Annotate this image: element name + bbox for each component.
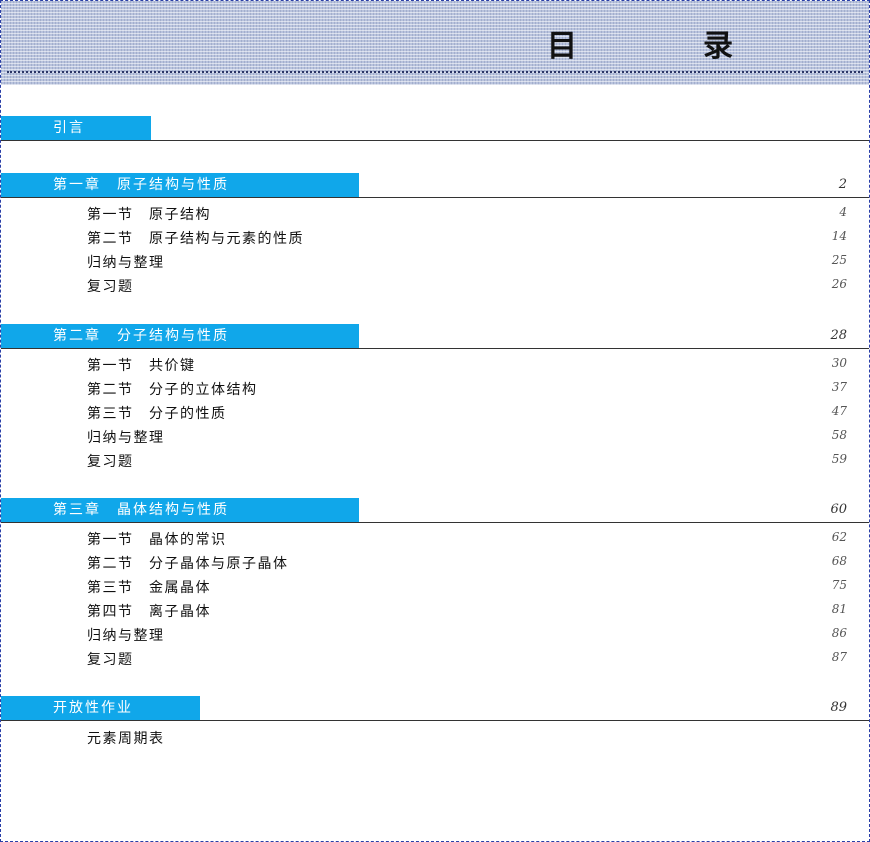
toc-entry-label: 第四节 离子晶体 [87, 604, 211, 620]
toc-entry-page: 87 [831, 650, 847, 664]
toc-entry[interactable]: 第二节 分子晶体与原子晶体 68 [1, 550, 869, 574]
toc-entry-page: 4 [839, 205, 847, 219]
toc-entry-label: 元素周期表 [87, 731, 165, 747]
homework-page-number: 89 [830, 700, 847, 715]
chapter-3-section: 第三章 晶体结构与性质 60 第一节 晶体的常识 62 第二节 分子晶体与原子晶体… [1, 498, 869, 670]
chapter-2-tag: 第二章 分子结构与性质 [1, 324, 359, 348]
toc-entry[interactable]: 第四节 离子晶体 81 [1, 598, 869, 622]
chapter-1-page-number: 2 [838, 177, 847, 192]
toc-entry[interactable]: 归纳与整理 58 [1, 424, 869, 448]
toc-entry[interactable]: 复习题 87 [1, 646, 869, 670]
toc-page: 目 录 引言 第一章 原子结构与性质 2 第一节 原子结构 4 第二节 原子结构与… [0, 0, 870, 842]
chapter-2-page-number: 28 [830, 328, 847, 343]
chapter-3-items: 第一节 晶体的常识 62 第二节 分子晶体与原子晶体 68 第三节 金属晶体 75 第… [1, 526, 869, 670]
chapter-3-tag: 第三章 晶体结构与性质 [1, 498, 359, 522]
toc-entry-label: 归纳与整理 [87, 628, 165, 644]
toc-entry-label: 第一节 晶体的常识 [87, 532, 227, 548]
page-title: 目 录 [547, 29, 781, 64]
toc-entry[interactable]: 第三节 金属晶体 75 [1, 574, 869, 598]
toc-entry-label: 归纳与整理 [87, 255, 165, 271]
toc-entry-page: 47 [831, 404, 847, 418]
toc-entry[interactable]: 第二节 原子结构与元素的性质 14 [1, 225, 869, 249]
toc-entry-label: 复习题 [87, 652, 134, 668]
chapter-2-heading-row[interactable]: 第二章 分子结构与性质 28 [1, 324, 869, 349]
chapter-2-section: 第二章 分子结构与性质 28 第一节 共价键 30 第二节 分子的立体结构 37 第… [1, 324, 869, 472]
toc-entry-label: 第一节 原子结构 [87, 207, 211, 223]
header-dotted-rule [7, 71, 863, 73]
toc-entry-label: 归纳与整理 [87, 430, 165, 446]
toc-entry-page: 37 [831, 380, 847, 394]
toc-entry-label: 第二节 分子晶体与原子晶体 [87, 556, 289, 572]
header-band: 目 录 [1, 1, 869, 85]
toc-entry-label: 第二节 原子结构与元素的性质 [87, 231, 304, 247]
toc-entry-page: 62 [831, 530, 847, 544]
intro-tag: 引言 [1, 116, 151, 140]
toc-entry-label: 第一节 共价键 [87, 358, 196, 374]
toc-entry[interactable]: 复习题 59 [1, 448, 869, 472]
homework-tag: 开放性作业 [1, 696, 200, 720]
chapter-1-items: 第一节 原子结构 4 第二节 原子结构与元素的性质 14 归纳与整理 25 复习题 26 [1, 201, 869, 297]
toc-entry-page: 68 [831, 554, 847, 568]
toc-entry[interactable]: 第三节 分子的性质 47 [1, 400, 869, 424]
toc-entry-page: 58 [831, 428, 847, 442]
toc-entry-page: 81 [831, 602, 847, 616]
chapter-2-items: 第一节 共价键 30 第二节 分子的立体结构 37 第三节 分子的性质 47 归纳与整… [1, 352, 869, 472]
homework-heading-row[interactable]: 开放性作业 89 [1, 696, 869, 721]
toc-entry[interactable]: 归纳与整理 25 [1, 249, 869, 273]
toc-entry-page: 59 [831, 452, 847, 466]
toc-entry-page: 26 [831, 277, 847, 291]
homework-section: 开放性作业 89 元素周期表 [1, 696, 869, 749]
toc-entry-page: 86 [831, 626, 847, 640]
toc-entry-page: 30 [831, 356, 847, 370]
intro-heading-row[interactable]: 引言 [1, 116, 869, 141]
chapter-1-heading-row[interactable]: 第一章 原子结构与性质 2 [1, 173, 869, 198]
toc-entry[interactable]: 第一节 晶体的常识 62 [1, 526, 869, 550]
toc-entry-page: 75 [831, 578, 847, 592]
toc-entry-label: 复习题 [87, 454, 134, 470]
toc-entry-label: 第二节 分子的立体结构 [87, 382, 258, 398]
toc-entry[interactable]: 归纳与整理 86 [1, 622, 869, 646]
chapter-1-section: 第一章 原子结构与性质 2 第一节 原子结构 4 第二节 原子结构与元素的性质 14… [1, 173, 869, 297]
chapter-3-heading-row[interactable]: 第三章 晶体结构与性质 60 [1, 498, 869, 523]
toc-entry[interactable]: 第一节 共价键 30 [1, 352, 869, 376]
toc-entry-label: 复习题 [87, 279, 134, 295]
toc-entry[interactable]: 第二节 分子的立体结构 37 [1, 376, 869, 400]
toc-entry-page: 25 [831, 253, 847, 267]
toc-entry[interactable]: 第一节 原子结构 4 [1, 201, 869, 225]
toc-entry[interactable]: 元素周期表 [1, 725, 869, 749]
homework-items: 元素周期表 [1, 725, 869, 749]
intro-section: 引言 [1, 116, 869, 141]
toc-entry-page: 14 [831, 229, 847, 243]
chapter-3-page-number: 60 [830, 502, 847, 517]
chapter-1-tag: 第一章 原子结构与性质 [1, 173, 359, 197]
toc-entry-label: 第三节 分子的性质 [87, 406, 227, 422]
toc-entry[interactable]: 复习题 26 [1, 273, 869, 297]
toc-entry-label: 第三节 金属晶体 [87, 580, 211, 596]
